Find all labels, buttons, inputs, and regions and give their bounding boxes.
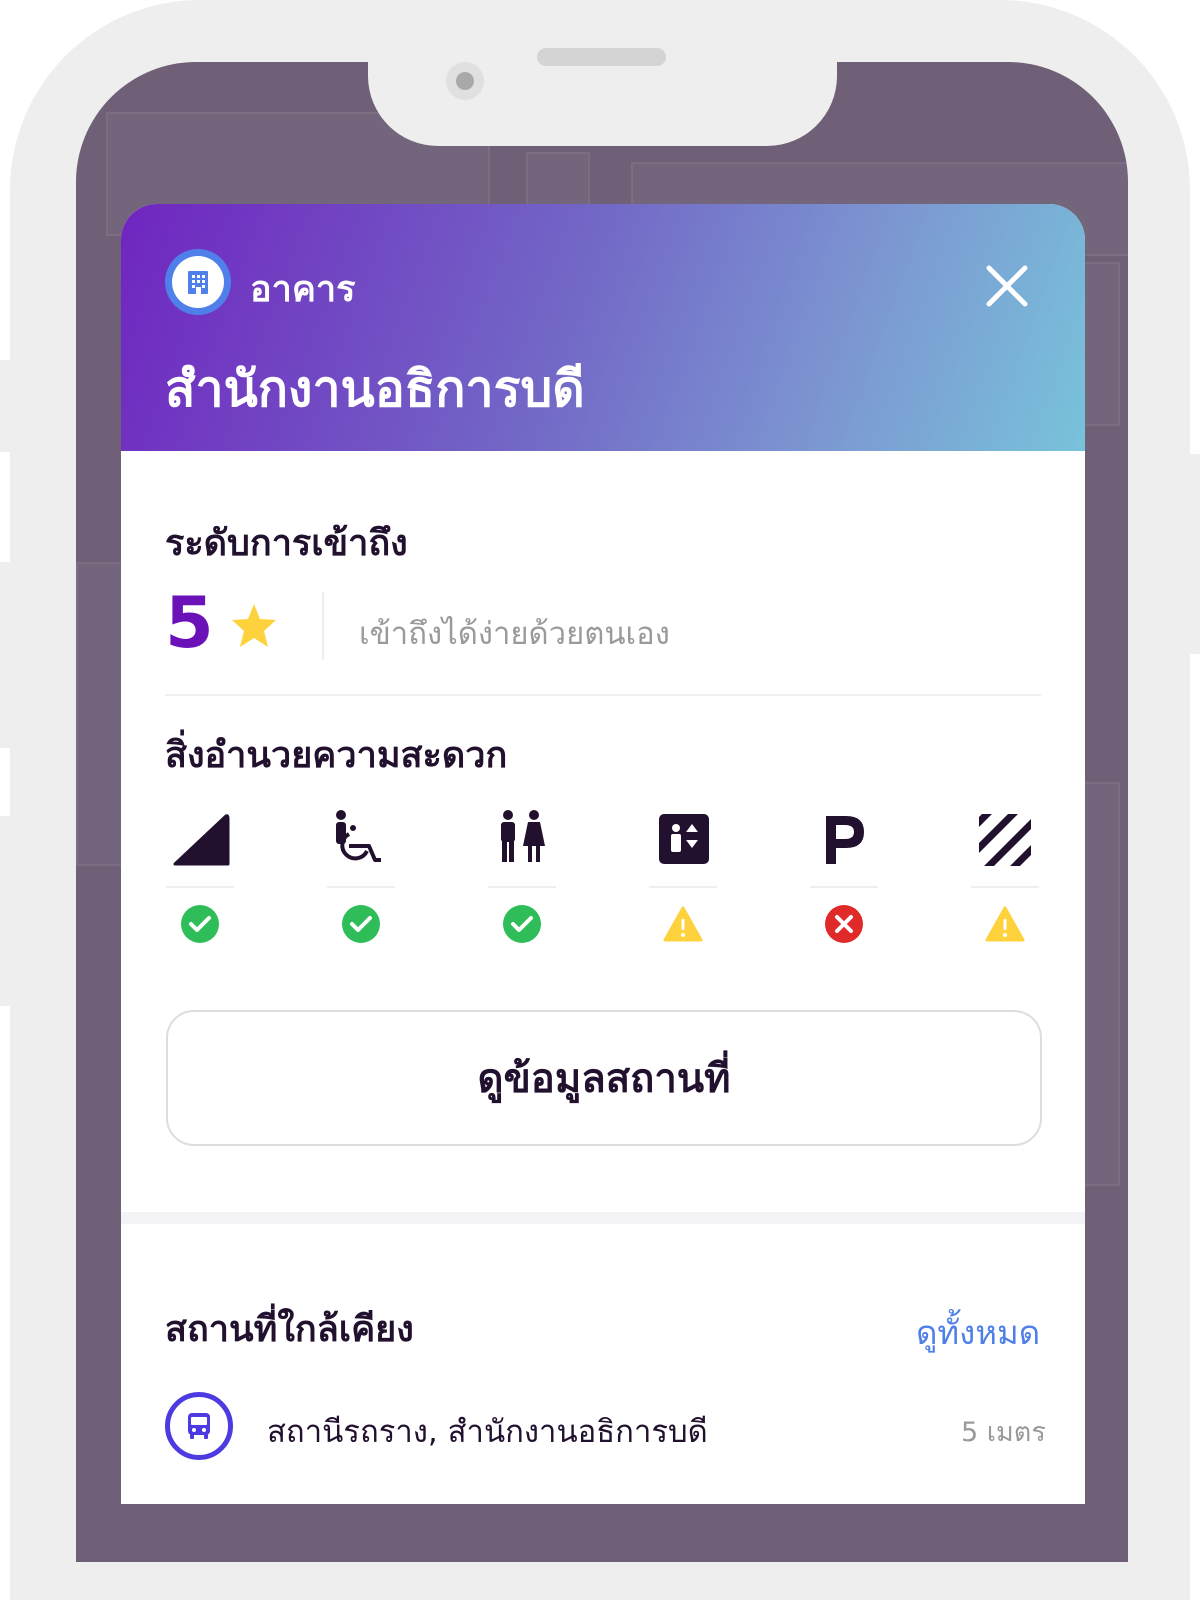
close-icon bbox=[986, 265, 1028, 307]
elevator-icon bbox=[659, 814, 709, 864]
place-type-label: อาคาร bbox=[250, 269, 356, 310]
facility-underline bbox=[649, 886, 717, 888]
facility-restroom[interactable] bbox=[488, 808, 556, 968]
phone-camera bbox=[446, 62, 484, 100]
level-divider bbox=[322, 592, 324, 660]
facility-parking[interactable] bbox=[810, 808, 878, 968]
phone-notch bbox=[368, 0, 837, 146]
place-title: สำนักงานอธิการบดี bbox=[165, 360, 585, 418]
facility-underline bbox=[166, 886, 234, 888]
card-header: อาคาร สำนักงานอธิการบดี bbox=[121, 204, 1085, 451]
access-level-heading: ระดับการเข้าถึง bbox=[165, 523, 408, 564]
parking-icon bbox=[826, 816, 864, 864]
facility-elevator[interactable] bbox=[649, 808, 717, 968]
view-all-link[interactable]: ดูทั้งหมด bbox=[916, 1306, 1040, 1359]
check-icon bbox=[181, 905, 219, 943]
check-icon bbox=[342, 905, 380, 943]
access-level-value: 5 bbox=[165, 582, 214, 664]
facility-underline bbox=[327, 886, 395, 888]
cross-icon bbox=[825, 905, 863, 943]
ramp-icon bbox=[173, 814, 230, 866]
close-button[interactable] bbox=[979, 258, 1035, 314]
facility-underline bbox=[488, 886, 556, 888]
wheelchair-icon bbox=[336, 810, 381, 862]
building-icon bbox=[165, 249, 231, 315]
warning-icon bbox=[663, 906, 703, 942]
check-icon bbox=[503, 905, 541, 943]
facilities-heading: สิ่งอำนวยความสะดวก bbox=[165, 735, 508, 776]
facility-underline bbox=[810, 886, 878, 888]
nearby-heading: สถานที่ใกล้เคียง bbox=[165, 1309, 414, 1350]
facility-underline bbox=[971, 886, 1039, 888]
tactile-paving-icon bbox=[979, 814, 1031, 866]
access-level-description: เข้าถึงได้ง่ายด้วยตนเอง bbox=[359, 616, 670, 652]
bus-icon bbox=[165, 1392, 233, 1460]
warning-icon bbox=[985, 906, 1025, 942]
place-info-card: อาคาร สำนักงานอธิการบดี ระดับการเข้าถึง … bbox=[121, 204, 1085, 1504]
view-place-details-button[interactable]: ดูข้อมูลสถานที่ bbox=[166, 1010, 1042, 1146]
facility-ramp[interactable] bbox=[166, 808, 234, 968]
nearby-place-distance: 5 เมตร bbox=[961, 1417, 1046, 1448]
star-icon bbox=[232, 604, 276, 647]
facility-tactile-paving[interactable] bbox=[971, 808, 1039, 968]
section-separator bbox=[121, 1212, 1085, 1224]
restroom-icon bbox=[501, 810, 545, 862]
phone-speaker bbox=[537, 48, 666, 66]
facility-wheelchair[interactable] bbox=[327, 808, 395, 968]
section-divider bbox=[165, 694, 1041, 696]
nearby-place-name[interactable]: สถานีรถราง, สำนักงานอธิการบดี bbox=[267, 1406, 708, 1456]
